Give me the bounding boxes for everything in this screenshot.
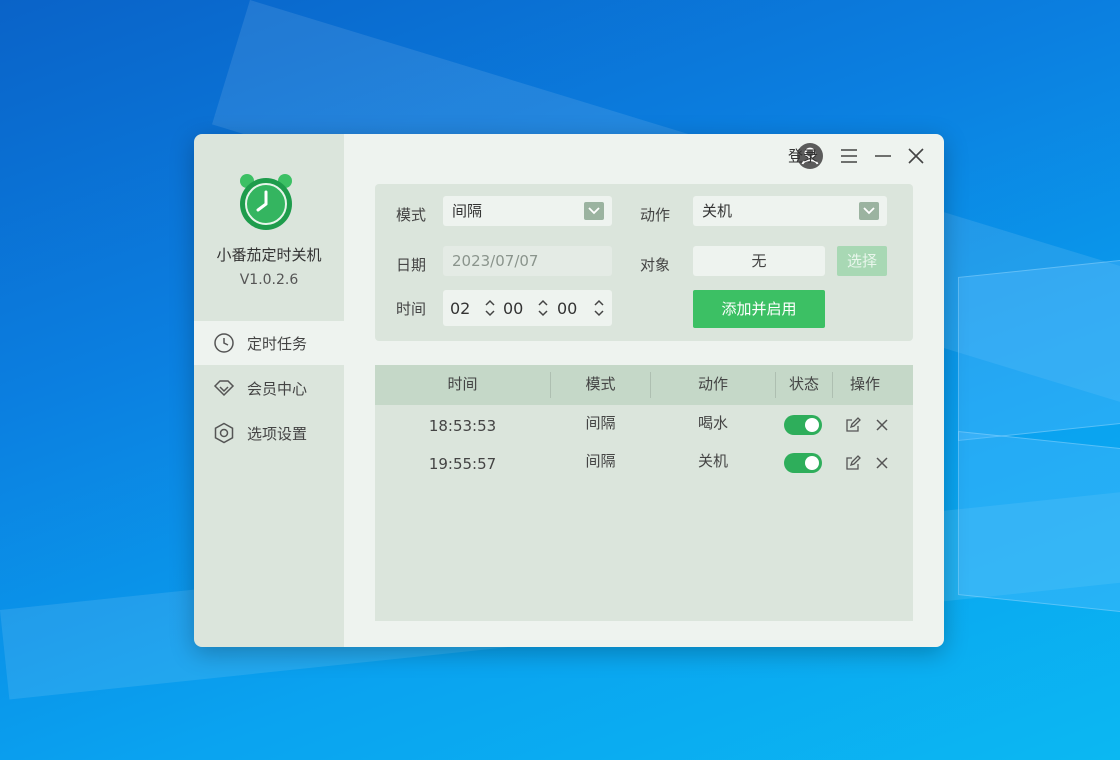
mode-select-value: 间隔	[452, 202, 483, 220]
login-link[interactable]: 登录	[788, 145, 818, 166]
sidebar: 小番茄定时关机 V1.0.2.6 定时任务 会员中心 选项设置	[194, 134, 344, 647]
column-header-status: 状态	[788, 375, 819, 393]
minimize-icon[interactable]	[873, 146, 893, 166]
chevron-down-icon	[859, 202, 879, 220]
row-action: 喝水	[697, 414, 728, 432]
task-table: 时间 模式 动作 状态 操作 18:53:53 间隔 喝水 19:55:57 间…	[375, 365, 913, 621]
settings-icon	[213, 422, 235, 444]
column-header-action: 动作	[697, 375, 728, 393]
diamond-icon	[213, 377, 235, 399]
sidebar-item-label: 选项设置	[247, 424, 308, 443]
main-panel: 登录 模式 间隔 动作 关机 日期 2023/07/07 对象 无 选择 时间 …	[344, 134, 944, 647]
sidebar-item-settings[interactable]: 选项设置	[194, 411, 344, 455]
row-mode: 间隔	[585, 414, 616, 432]
time-minute[interactable]: 00	[503, 299, 523, 318]
toggle-knob	[805, 456, 819, 470]
edit-icon[interactable]	[845, 455, 861, 471]
row-time: 18:53:53	[428, 417, 497, 435]
delete-icon[interactable]	[874, 417, 890, 433]
minute-spinner-icon[interactable]	[538, 298, 548, 318]
sidebar-item-label: 会员中心	[247, 379, 308, 398]
app-name: 小番茄定时关机	[216, 246, 322, 264]
windows-logo-pane	[958, 430, 1120, 614]
delete-icon[interactable]	[874, 455, 890, 471]
table-row: 18:53:53 间隔 喝水	[375, 406, 913, 444]
action-select-value: 关机	[702, 202, 733, 220]
target-label: 对象	[640, 256, 671, 274]
menu-icon[interactable]	[839, 146, 859, 166]
chevron-down-icon	[584, 202, 604, 220]
alarm-clock-logo	[240, 174, 292, 230]
close-icon[interactable]	[906, 146, 926, 166]
action-select[interactable]: 关机	[693, 196, 887, 226]
time-hour[interactable]: 02	[450, 299, 470, 318]
time-label: 时间	[396, 300, 427, 318]
row-mode: 间隔	[585, 452, 616, 470]
sidebar-item-label: 定时任务	[247, 334, 308, 353]
action-label: 动作	[640, 206, 671, 224]
column-header-time: 时间	[447, 375, 478, 393]
target-field: 无	[693, 246, 825, 276]
date-label: 日期	[396, 256, 427, 274]
edit-icon[interactable]	[845, 417, 861, 433]
windows-logo-pane	[958, 258, 1120, 442]
time-second[interactable]: 00	[557, 299, 577, 318]
column-header-mode: 模式	[585, 375, 616, 393]
row-action: 关机	[697, 452, 728, 470]
task-form: 模式 间隔 动作 关机 日期 2023/07/07 对象 无 选择 时间 02 …	[375, 184, 913, 341]
toggle-knob	[805, 418, 819, 432]
app-version: V1.0.2.6	[239, 272, 299, 288]
table-row: 19:55:57 间隔 关机	[375, 444, 913, 482]
status-toggle[interactable]	[784, 415, 822, 435]
app-window: 小番茄定时关机 V1.0.2.6 定时任务 会员中心 选项设置 登录 模式 间隔…	[194, 134, 944, 647]
status-toggle[interactable]	[784, 453, 822, 473]
table-header: 时间 模式 动作 状态 操作	[375, 365, 913, 405]
hour-spinner-icon[interactable]	[485, 298, 495, 318]
clock-icon	[213, 332, 235, 354]
sidebar-item-member-center[interactable]: 会员中心	[194, 366, 344, 410]
date-input[interactable]: 2023/07/07	[443, 246, 612, 276]
mode-label: 模式	[396, 206, 427, 224]
time-input[interactable]: 02 00 00	[443, 290, 612, 326]
mode-select[interactable]: 间隔	[443, 196, 612, 226]
choose-button[interactable]: 选择	[837, 246, 887, 276]
second-spinner-icon[interactable]	[594, 298, 604, 318]
add-and-enable-button[interactable]: 添加并启用	[693, 290, 825, 328]
sidebar-item-scheduled-tasks[interactable]: 定时任务	[194, 321, 344, 365]
column-header-operations: 操作	[849, 375, 880, 393]
row-time: 19:55:57	[428, 455, 497, 473]
